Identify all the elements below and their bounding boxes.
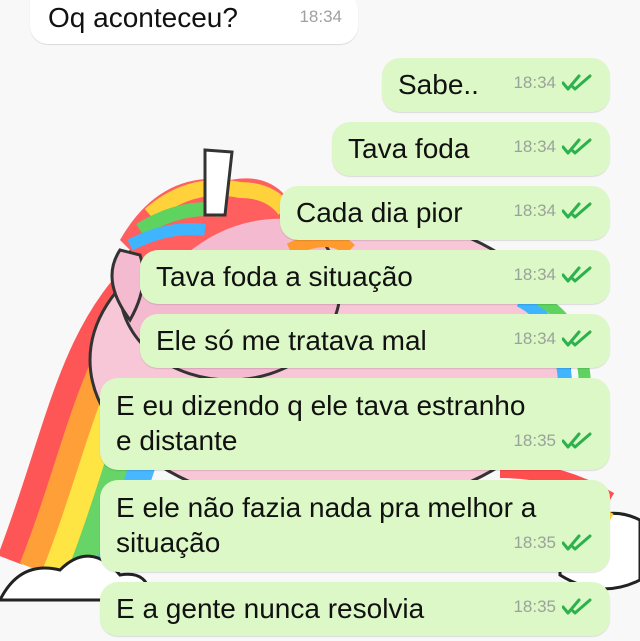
double-check-icon [562,266,592,284]
message-outgoing[interactable]: E eu dizendo q ele tava estranho e dista… [100,378,610,470]
message-time: 18:34 [513,73,556,92]
message-text: Oq aconteceu? [48,2,238,33]
message-time: 18:34 [513,137,556,156]
message-outgoing[interactable]: Tava foda a situação 18:34 [140,250,610,304]
message-line: E ele não fazia nada pra melhor a [116,492,537,523]
double-check-icon [562,138,592,156]
message-outgoing[interactable]: E ele não fazia nada pra melhor a situaç… [100,480,610,572]
message-time: 18:35 [513,597,556,616]
message-time: 18:34 [513,265,556,284]
message-incoming[interactable]: Oq aconteceu? 18:34 [30,0,358,44]
message-outgoing[interactable]: Tava foda 18:34 [332,122,610,176]
message-outgoing[interactable]: Cada dia pior 18:34 [280,186,610,240]
message-outgoing[interactable]: Sabe.. 18:34 [382,58,610,112]
message-time: 18:35 [513,533,556,552]
message-time: 18:34 [299,7,342,26]
double-check-icon [562,432,592,450]
message-time: 18:34 [513,201,556,220]
double-check-icon [562,74,592,92]
message-outgoing[interactable]: Ele só me tratava mal 18:34 [140,314,610,368]
message-outgoing[interactable]: E a gente nunca resolvia 18:35 [100,582,610,636]
double-check-icon [562,534,592,552]
message-time: 18:34 [513,329,556,348]
message-line: E eu dizendo q ele tava estranho [116,390,526,421]
double-check-icon [562,330,592,348]
double-check-icon [562,598,592,616]
double-check-icon [562,202,592,220]
message-time: 18:35 [513,431,556,450]
chat-thread: Oq aconteceu? 18:34 Sabe.. 18:34 Tava fo… [0,0,640,641]
